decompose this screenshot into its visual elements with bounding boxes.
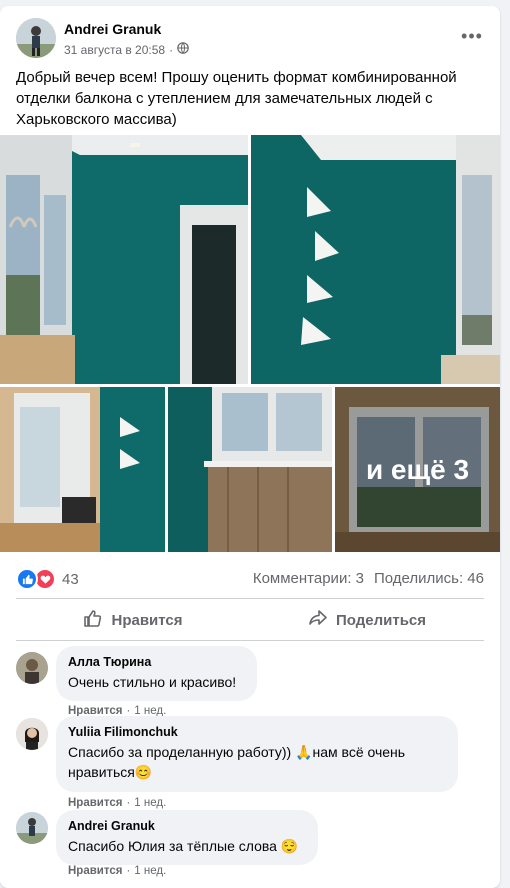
post-meta: 31 августа в 20:58 · <box>64 42 189 57</box>
comment-text: Спасибо Юлия за тёплые слова 😌 <box>68 838 299 854</box>
like-button-label: Нравится <box>111 611 183 629</box>
comment-author[interactable]: Алла Тюрина <box>68 654 245 670</box>
like-reaction-icon <box>16 568 38 590</box>
comment-avatar[interactable] <box>16 718 48 750</box>
author-avatar[interactable] <box>16 18 56 58</box>
comment-actions: Нравится · 1 нед. <box>68 797 166 809</box>
thumbs-up-icon <box>83 608 103 632</box>
comment-author[interactable]: Yuliia Filimonchuk <box>68 724 446 740</box>
comment-author[interactable]: Andrei Granuk <box>68 818 306 834</box>
globe-icon[interactable] <box>177 42 189 57</box>
share-button-label: Поделиться <box>335 611 427 629</box>
more-options-button[interactable]: ••• <box>458 22 486 50</box>
comment-text: Очень стильно и красиво! <box>68 674 237 690</box>
comment-like-link[interactable]: Нравится <box>68 865 122 877</box>
comment-bubble: Andrei Granuk Спасибо Юлия за тёплые сло… <box>56 810 318 865</box>
reaction-count: 43 <box>62 570 79 588</box>
meta-separator: · <box>169 42 174 57</box>
photo-5-more[interactable]: и ещё 3 <box>335 387 500 552</box>
comment-like-link[interactable]: Нравится <box>68 797 122 809</box>
shares-count-link[interactable]: Поделились: 46 <box>374 570 484 587</box>
comment-bubble: Алла Тюрина Очень стильно и красиво! <box>56 646 257 701</box>
more-dots-icon: ••• <box>461 25 483 46</box>
share-button[interactable]: Поделиться <box>250 602 484 638</box>
photo-1[interactable] <box>0 135 248 384</box>
comment-bubble: Yuliia Filimonchuk Спасибо за проделанну… <box>56 716 458 792</box>
post-text: Добрый вечер всем! Прошу оценить формат … <box>16 69 457 128</box>
post-timestamp[interactable]: 31 августа в 20:58 <box>64 43 165 57</box>
comment-dot: · <box>126 797 131 809</box>
comments-count-link[interactable]: Комментарии: 3 <box>253 570 364 587</box>
post-card: Andrei Granuk 31 августа в 20:58 · ••• Д… <box>0 6 500 888</box>
comment-time[interactable]: 1 нед. <box>134 865 166 877</box>
photo-3[interactable] <box>0 387 165 552</box>
share-arrow-icon <box>308 608 328 632</box>
divider-bottom <box>16 640 484 641</box>
like-button[interactable]: Нравится <box>16 602 250 638</box>
more-photos-overlay[interactable]: и ещё 3 <box>335 387 500 552</box>
comment-dot: · <box>126 865 131 877</box>
photo-4[interactable] <box>168 387 332 552</box>
comment-avatar[interactable] <box>16 652 48 684</box>
reactions-summary[interactable]: 43 <box>16 568 79 590</box>
comment-actions: Нравится · 1 нед. <box>68 865 166 877</box>
engagement-stats: Комментарии: 3 Поделились: 46 <box>253 570 484 587</box>
comment-time[interactable]: 1 нед. <box>134 797 166 809</box>
comment-text: Спасибо за проделанную работу)) 🙏нам всё… <box>68 744 406 780</box>
author-name[interactable]: Andrei Granuk <box>64 21 161 37</box>
divider-top <box>16 598 484 599</box>
photo-2[interactable] <box>251 135 500 384</box>
comment-avatar[interactable] <box>16 812 48 844</box>
more-photos-label: и ещё 3 <box>365 453 470 485</box>
